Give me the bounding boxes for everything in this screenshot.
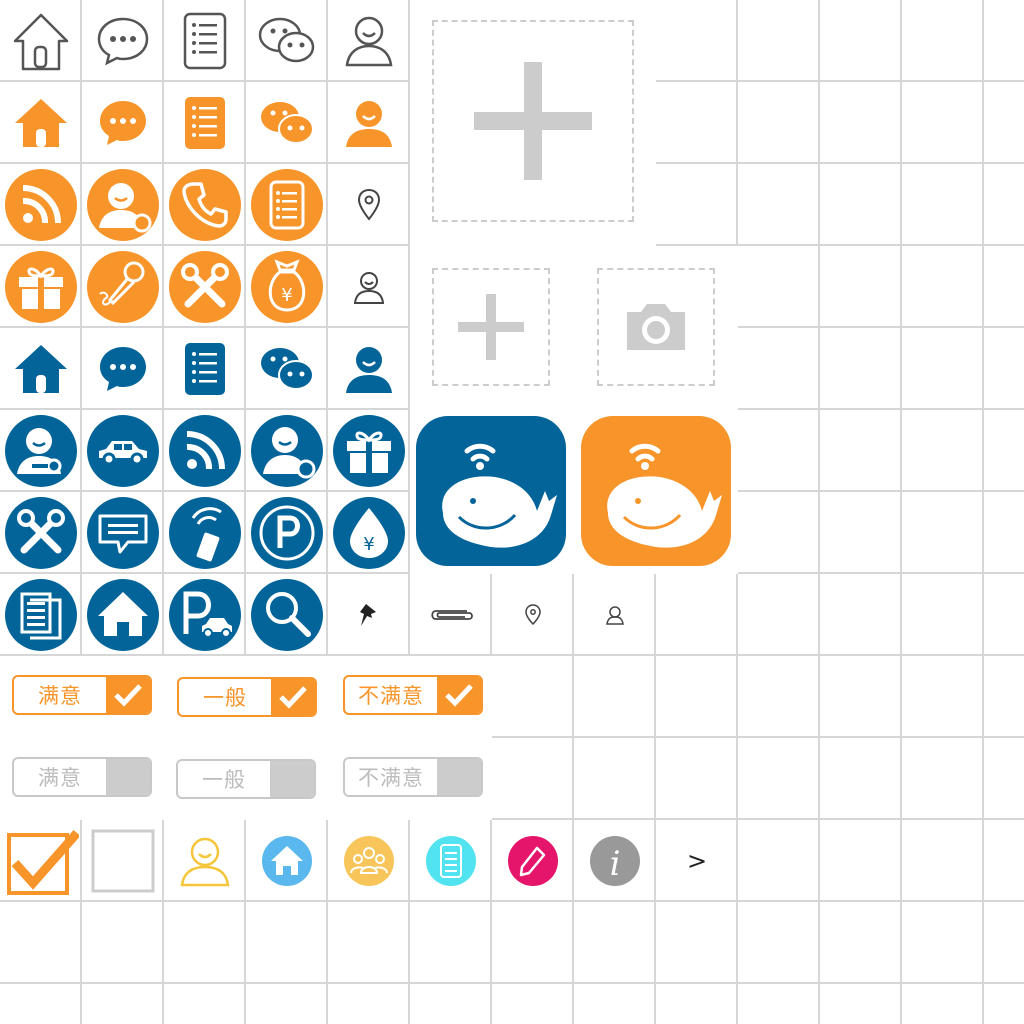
rating-average-selected[interactable]: 一般 bbox=[177, 677, 317, 717]
checkbox-empty-icon[interactable] bbox=[82, 820, 164, 902]
check-placeholder bbox=[106, 759, 150, 795]
chat-blue-icon bbox=[82, 328, 164, 410]
arrow-label: > bbox=[686, 847, 708, 875]
location-icon bbox=[328, 164, 410, 246]
info-icon: i bbox=[574, 820, 656, 902]
checkbox-checked-icon[interactable] bbox=[0, 820, 82, 902]
rating-label: 满意 bbox=[38, 684, 82, 708]
user-add-icon bbox=[82, 164, 164, 246]
list-circle-icon bbox=[246, 164, 328, 246]
add-photo-button[interactable] bbox=[432, 268, 550, 386]
mobile-icon bbox=[164, 492, 246, 574]
rating-label: 不满意 bbox=[358, 766, 424, 790]
add-photo-large-button[interactable] bbox=[432, 20, 634, 222]
home-circle-icon bbox=[246, 820, 328, 902]
user-outline-icon bbox=[328, 0, 410, 82]
location-small-icon bbox=[492, 574, 574, 656]
list-icon bbox=[164, 82, 246, 164]
whale-app-icon-blue[interactable] bbox=[414, 414, 568, 568]
edit-icon bbox=[492, 820, 574, 902]
wechat-blue-icon bbox=[246, 328, 328, 410]
list-outline-icon bbox=[164, 0, 246, 82]
add-icon bbox=[458, 294, 524, 360]
svg-text:i: i bbox=[610, 844, 621, 884]
rss-icon bbox=[0, 164, 82, 246]
check-placeholder bbox=[270, 761, 314, 797]
wechat-outline-icon bbox=[246, 0, 328, 82]
add-icon bbox=[474, 62, 592, 180]
gift-icon bbox=[0, 246, 82, 328]
rating-label: 不满意 bbox=[358, 684, 424, 708]
parking-icon bbox=[246, 492, 328, 574]
home-icon bbox=[0, 82, 82, 164]
take-photo-button[interactable] bbox=[597, 268, 715, 386]
phone-icon bbox=[164, 164, 246, 246]
rss-blue-icon bbox=[164, 410, 246, 492]
rating-unsatisfied-selected[interactable]: 不满意 bbox=[343, 675, 483, 715]
user-key-icon bbox=[0, 410, 82, 492]
rating-satisfied-selected[interactable]: 满意 bbox=[12, 675, 152, 715]
whale-app-icon-orange[interactable] bbox=[579, 414, 733, 568]
parking-car-icon bbox=[164, 574, 246, 656]
rating-satisfied[interactable]: 满意 bbox=[12, 757, 152, 797]
rating-unsatisfied[interactable]: 不满意 bbox=[343, 757, 483, 797]
microphone-icon bbox=[82, 246, 164, 328]
chat-outline-icon bbox=[82, 0, 164, 82]
paperclip-icon bbox=[410, 574, 492, 656]
svg-text:¥: ¥ bbox=[281, 285, 292, 306]
user-yellow-icon bbox=[164, 820, 246, 902]
money-drop-icon: ¥ bbox=[328, 492, 410, 574]
car-icon bbox=[82, 410, 164, 492]
house-icon bbox=[82, 574, 164, 656]
gift-blue-icon bbox=[328, 410, 410, 492]
rating-label: 满意 bbox=[38, 766, 82, 790]
svg-text:¥: ¥ bbox=[363, 534, 374, 555]
tools-blue-icon bbox=[0, 492, 82, 574]
user-tiny-icon bbox=[574, 574, 656, 656]
wechat-icon bbox=[246, 82, 328, 164]
check-icon bbox=[271, 679, 315, 715]
tools-icon bbox=[164, 246, 246, 328]
camera-icon bbox=[627, 304, 685, 350]
user-add-blue-icon bbox=[246, 410, 328, 492]
check-placeholder bbox=[437, 759, 481, 795]
group-icon bbox=[328, 820, 410, 902]
rating-label: 一般 bbox=[203, 686, 247, 710]
money-bag-icon: ¥ bbox=[246, 246, 328, 328]
user-blue-icon bbox=[328, 328, 410, 410]
rating-average[interactable]: 一般 bbox=[176, 759, 316, 799]
user-icon bbox=[328, 82, 410, 164]
check-icon bbox=[106, 677, 150, 713]
check-icon bbox=[437, 677, 481, 713]
chat-icon bbox=[82, 82, 164, 164]
document-icon bbox=[0, 574, 82, 656]
user-small-icon bbox=[328, 246, 410, 328]
home-outline-icon bbox=[0, 0, 82, 82]
pushpin-icon bbox=[328, 574, 410, 656]
search-icon bbox=[246, 574, 328, 656]
next-arrow[interactable]: > bbox=[656, 820, 738, 902]
home-blue-icon bbox=[0, 328, 82, 410]
rating-label: 一般 bbox=[202, 768, 246, 792]
list-cyan-icon bbox=[410, 820, 492, 902]
list-blue-icon bbox=[164, 328, 246, 410]
message-icon bbox=[82, 492, 164, 574]
